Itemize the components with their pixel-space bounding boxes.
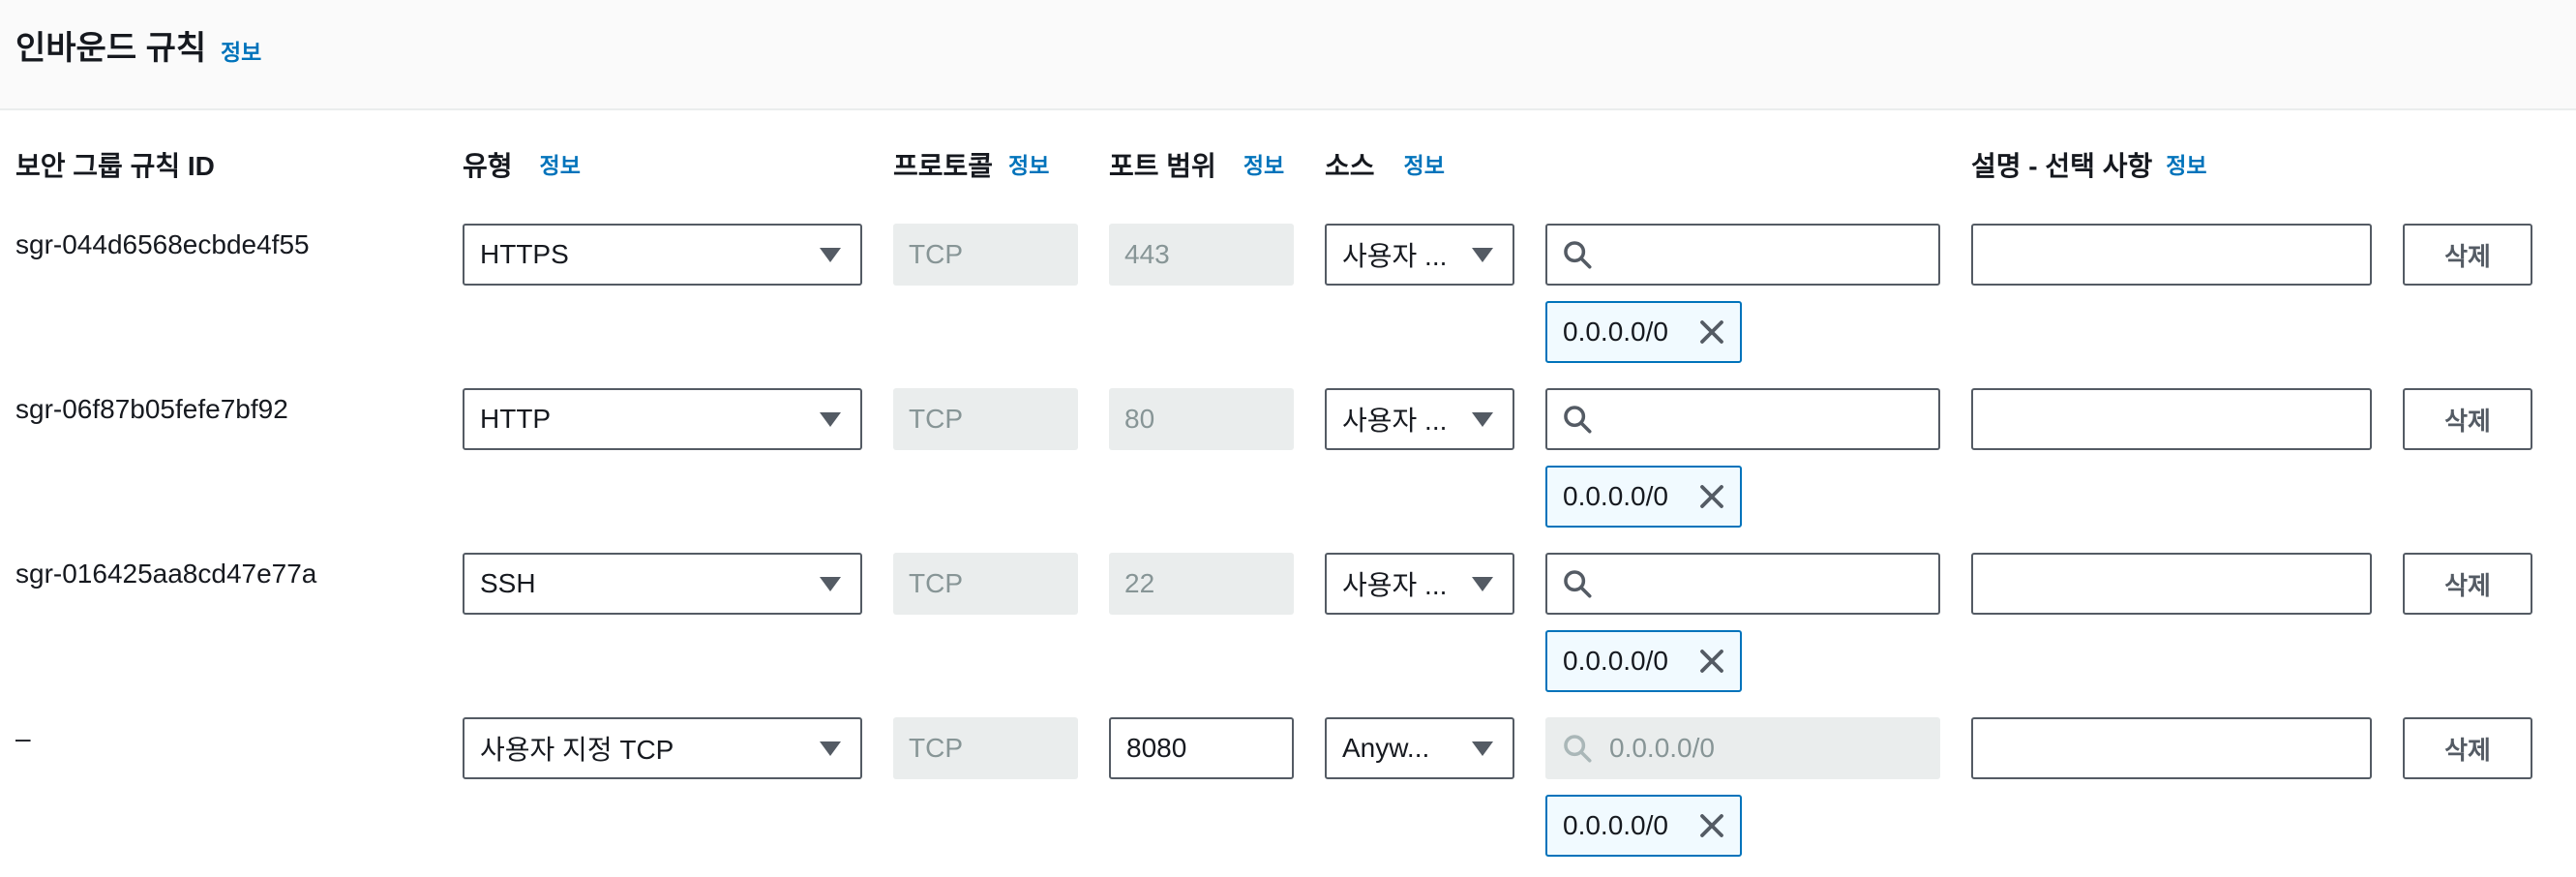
source-select[interactable]: 사용자 ...: [1325, 553, 1514, 615]
panel-title: 인바운드 규칙: [15, 30, 207, 67]
source-select-value: 사용자 ...: [1342, 570, 1448, 600]
delete-button[interactable]: 삭제: [2403, 224, 2532, 286]
header-info-link[interactable]: 정보: [221, 34, 261, 67]
column-label: 설명 - 선택 사항: [1971, 151, 2153, 181]
type-info-link[interactable]: 정보: [540, 153, 581, 178]
column-header-description: 설명 - 선택 사항 정보: [1971, 145, 2207, 184]
protocol-info-link[interactable]: 정보: [1008, 153, 1049, 178]
protocol-value: TCP: [909, 239, 963, 269]
close-icon[interactable]: [1697, 318, 1726, 347]
column-label: 프로토콜: [893, 151, 994, 181]
rule-id: sgr-06f87b05fefe7bf92: [15, 394, 288, 424]
close-icon[interactable]: [1697, 482, 1726, 511]
cidr-search-input[interactable]: [1545, 388, 1940, 450]
delete-button-label: 삭제: [2444, 406, 2491, 436]
column-header-rule-id: 보안 그룹 규칙 ID: [15, 145, 215, 184]
cidr-token: 0.0.0.0/0: [1545, 466, 1742, 528]
source-select[interactable]: Anyw...: [1325, 717, 1514, 779]
port-range-field: 443: [1109, 224, 1294, 286]
column-header-protocol: 프로토콜 정보: [893, 145, 1049, 184]
cidr-search-input[interactable]: [1545, 553, 1940, 615]
description-input[interactable]: [1971, 388, 2372, 450]
type-select[interactable]: HTTPS: [463, 224, 862, 286]
cidr-token-label: 0.0.0.0/0: [1563, 481, 1668, 511]
source-select[interactable]: 사용자 ...: [1325, 388, 1514, 450]
column-label: 소스: [1325, 151, 1375, 181]
delete-button[interactable]: 삭제: [2403, 717, 2532, 779]
type-select[interactable]: HTTP: [463, 388, 862, 450]
source-select-value: 사용자 ...: [1342, 241, 1448, 271]
rule-id: –: [15, 723, 31, 753]
delete-button-label: 삭제: [2444, 735, 2491, 765]
caret-down-icon: [1472, 741, 1493, 756]
caret-down-icon: [820, 248, 841, 262]
protocol-value: TCP: [909, 568, 963, 598]
column-header-source: 소스 정보: [1325, 145, 1445, 184]
protocol-field: TCP: [893, 224, 1078, 286]
protocol-field: TCP: [893, 717, 1078, 779]
port-range-value: 443: [1124, 239, 1170, 269]
port-range-info-link[interactable]: 정보: [1243, 153, 1284, 178]
delete-button-label: 삭제: [2444, 570, 2491, 600]
source-select[interactable]: 사용자 ...: [1325, 224, 1514, 286]
column-label: 유형: [463, 151, 513, 181]
cidr-token-label: 0.0.0.0/0: [1563, 317, 1668, 347]
column-label: 보안 그룹 규칙 ID: [15, 151, 215, 181]
source-select-value: 사용자 ...: [1342, 406, 1448, 436]
caret-down-icon: [1472, 248, 1493, 262]
rule-id: sgr-044d6568ecbde4f55: [15, 229, 310, 259]
caret-down-icon: [820, 741, 841, 756]
cidr-token: 0.0.0.0/0: [1545, 301, 1742, 363]
type-select-value: HTTPS: [480, 239, 569, 269]
cidr-token-label: 0.0.0.0/0: [1563, 810, 1668, 840]
rule-id: sgr-016425aa8cd47e77a: [15, 559, 317, 589]
type-select-value: HTTP: [480, 404, 552, 434]
description-info-link[interactable]: 정보: [2166, 153, 2206, 178]
delete-button-label: 삭제: [2444, 241, 2491, 271]
type-select[interactable]: SSH: [463, 553, 862, 615]
port-range-value: 8080: [1126, 733, 1187, 763]
description-input[interactable]: [1971, 224, 2372, 286]
description-input[interactable]: [1971, 553, 2372, 615]
port-range-field: 22: [1109, 553, 1294, 615]
close-icon[interactable]: [1697, 647, 1726, 676]
column-header-type: 유형 정보: [463, 145, 581, 184]
cidr-token: 0.0.0.0/0: [1545, 630, 1742, 692]
caret-down-icon: [1472, 412, 1493, 427]
protocol-field: TCP: [893, 553, 1078, 615]
cidr-search-input[interactable]: [1545, 224, 1940, 286]
delete-button[interactable]: 삭제: [2403, 388, 2532, 450]
source-info-link[interactable]: 정보: [1404, 153, 1445, 178]
protocol-value: TCP: [909, 733, 963, 763]
description-input[interactable]: [1971, 717, 2372, 779]
caret-down-icon: [1472, 577, 1493, 591]
port-range-value: 22: [1124, 568, 1155, 598]
type-select[interactable]: 사용자 지정 TCP: [463, 717, 862, 779]
port-range-field[interactable]: 8080: [1109, 717, 1294, 779]
type-select-value: SSH: [480, 568, 536, 598]
panel-header: 인바운드 규칙 정보: [0, 0, 2576, 110]
cidr-search-input: 0.0.0.0/0: [1545, 717, 1940, 779]
search-icon: [1564, 570, 1592, 598]
close-icon[interactable]: [1697, 811, 1726, 840]
cidr-token-label: 0.0.0.0/0: [1563, 646, 1668, 676]
delete-button[interactable]: 삭제: [2403, 553, 2532, 615]
column-header-port-range: 포트 범위 정보: [1109, 145, 1284, 184]
search-icon: [1564, 241, 1592, 269]
search-placeholder: 0.0.0.0/0: [1609, 733, 1715, 763]
source-select-value: Anyw...: [1342, 733, 1430, 763]
search-icon: [1564, 406, 1592, 434]
caret-down-icon: [820, 577, 841, 591]
protocol-field: TCP: [893, 388, 1078, 450]
caret-down-icon: [820, 412, 841, 427]
column-label: 포트 범위: [1109, 151, 1216, 181]
port-range-value: 80: [1124, 404, 1155, 434]
search-icon: [1564, 735, 1592, 763]
port-range-field: 80: [1109, 388, 1294, 450]
cidr-token: 0.0.0.0/0: [1545, 795, 1742, 857]
type-select-value: 사용자 지정 TCP: [480, 735, 674, 765]
protocol-value: TCP: [909, 404, 963, 434]
